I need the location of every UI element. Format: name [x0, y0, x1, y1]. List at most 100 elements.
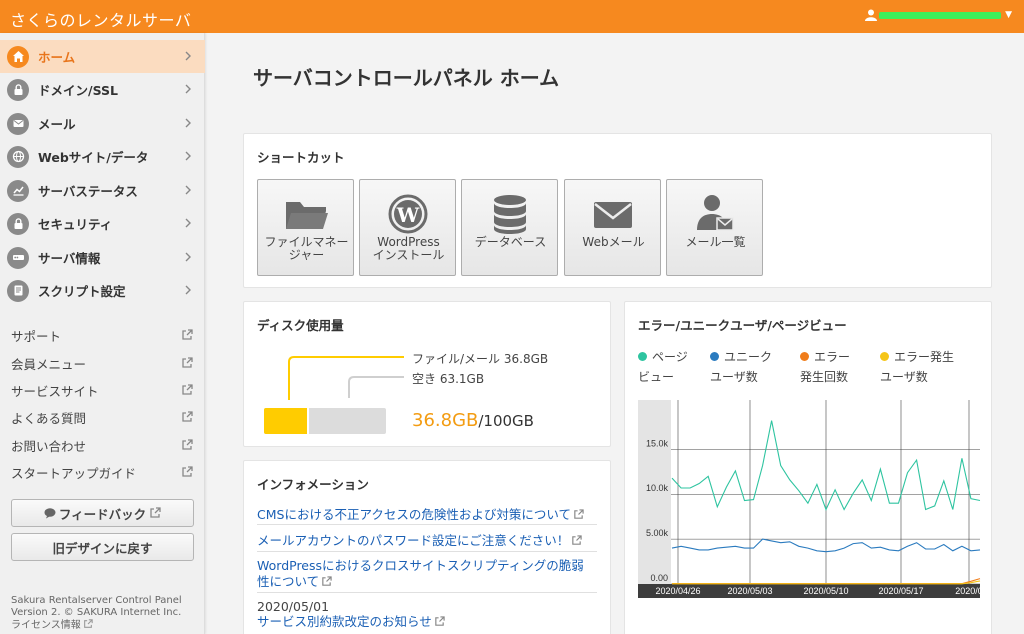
- shortcut-label: メール一覧: [685, 235, 746, 249]
- sidebar-item-2[interactable]: メール: [0, 107, 205, 140]
- sidebar-item-label: Webサイト/データ: [38, 150, 149, 165]
- shortcut-label: Webメール: [582, 235, 645, 249]
- external-link-icon: [83, 619, 93, 628]
- shortcut-wordpress-install[interactable]: W WordPress インストール: [359, 179, 456, 276]
- info-link-cms[interactable]: CMSにおける不正アクセスの危険性および対策について: [257, 507, 584, 523]
- sidebar-item-label: サーバ情報: [38, 251, 101, 266]
- chevron-right-icon: [185, 84, 191, 94]
- shortcut-mail-list[interactable]: メール一覧: [666, 179, 763, 276]
- sidebar-external-label: お問い合わせ: [11, 439, 87, 454]
- information-card: インフォメーション CMSにおける不正アクセスの危険性および対策について メール…: [243, 460, 611, 634]
- sidebar-item-6[interactable]: サーバ情報: [0, 241, 205, 274]
- legend-item-unique-users[interactable]: ユニーク ユーザ数: [710, 347, 800, 387]
- divider: [257, 551, 597, 552]
- brand-title[interactable]: さくらのレンタルサーバ: [10, 7, 191, 31]
- sidebar-item-label: ドメイン/SSL: [38, 83, 118, 98]
- shortcut-file-manager[interactable]: ファイルマネー ジャー: [257, 179, 354, 276]
- chart-legend: ページ ビュー ユニーク ユーザ数 エラー 発生回数 エラー発生 ユーザ数: [638, 347, 970, 387]
- feedback-button[interactable]: フィードバック: [11, 499, 194, 527]
- page-title: サーバコントロールパネル ホーム: [253, 66, 560, 90]
- svg-text:W: W: [396, 203, 420, 227]
- script-icon: [7, 279, 29, 302]
- shortcut-webmail[interactable]: Webメール: [564, 179, 661, 276]
- sidebar-item-label: メール: [38, 117, 76, 132]
- username-redacted: [879, 11, 1002, 19]
- lock-icon: [7, 78, 29, 101]
- sidebar-external-label: スタートアップガイド: [11, 466, 137, 481]
- chevron-down-icon: ▼: [1005, 10, 1012, 20]
- sidebar-external-link-4[interactable]: お問い合わせ: [0, 432, 205, 459]
- divider: [257, 592, 597, 593]
- external-link-icon: [150, 507, 161, 518]
- top-bar: さくらのレンタルサーバ ▼: [0, 0, 1024, 33]
- info-date: 2020/05/01: [257, 599, 330, 614]
- sidebar-external-link-5[interactable]: スタートアップガイド: [0, 459, 205, 486]
- sidebar-item-0[interactable]: ホーム: [0, 40, 205, 73]
- external-link-icon: [182, 411, 193, 422]
- divider: [257, 524, 597, 525]
- disk-file-mail-label: ファイル/メール 36.8GB: [412, 352, 549, 366]
- legend-item-error-users[interactable]: エラー発生 ユーザ数: [880, 347, 970, 387]
- old-design-button[interactable]: 旧デザインに戻す: [11, 533, 194, 561]
- chevron-right-icon: [185, 252, 191, 262]
- sidebar: ホーム ドメイン/SSL メール Webサイト/データ サーバステータス セキュリティ サー…: [0, 33, 205, 634]
- external-link-icon: [574, 509, 584, 519]
- sidebar-external-link-0[interactable]: サポート: [0, 322, 205, 349]
- chevron-right-icon: [185, 118, 191, 128]
- external-link-icon: [182, 329, 193, 340]
- sidebar-item-label: サーバステータス: [38, 184, 138, 199]
- home-icon: [7, 45, 29, 68]
- old-design-label: 旧デザインに戻す: [52, 540, 153, 556]
- chart-x-tick-label: 2020/04/26: [655, 586, 700, 596]
- chart-plot-area: [638, 400, 980, 584]
- mail-list-icon: [697, 195, 734, 231]
- sidebar-item-label: セキュリティ: [38, 217, 113, 232]
- sidebar-item-4[interactable]: サーバステータス: [0, 174, 205, 207]
- chart-x-tick-label: 2020/0: [955, 586, 983, 596]
- user-icon: [865, 9, 878, 21]
- disk-usage-bar: [264, 408, 386, 434]
- shortcut-card: ショートカット ファイルマネー ジャー W WordPress インストール データ…: [243, 133, 992, 288]
- chart-x-tick-label: 2020/05/03: [727, 586, 772, 596]
- sidebar-item-1[interactable]: ドメイン/SSL: [0, 73, 205, 106]
- sidebar-external-label: 会員メニュー: [11, 357, 87, 372]
- info-link-terms[interactable]: サービス別約款改定のお知らせ: [257, 614, 445, 630]
- traffic-chart-card: エラー/ユニークユーザ/ページビュー ページ ビュー ユニーク ユーザ数 エラー 発生…: [624, 301, 992, 634]
- legend-item-pageview[interactable]: ページ ビュー: [638, 347, 710, 387]
- legend-item-errors[interactable]: エラー 発生回数: [800, 347, 880, 387]
- chevron-right-icon: [185, 185, 191, 195]
- sidebar-item-label: スクリプト設定: [38, 284, 126, 299]
- chevron-right-icon: [185, 218, 191, 228]
- sidebar-item-7[interactable]: スクリプト設定: [0, 274, 205, 307]
- external-link-icon: [435, 616, 445, 626]
- sidebar-item-5[interactable]: セキュリティ: [0, 207, 205, 240]
- lock-icon: [7, 212, 29, 235]
- chart-y-tick-label: 15.0k: [646, 438, 669, 448]
- chart-y-tick-label: 10.0k: [646, 483, 669, 493]
- info-link-password[interactable]: メールアカウントのパスワード設定にご注意ください！: [257, 533, 582, 549]
- external-link-icon: [322, 576, 332, 586]
- disk-usage-card: ディスク使用量 ファイル/メール 36.8GB 空き 63.1GB 36.8GB…: [243, 301, 611, 447]
- sidebar-external-link-2[interactable]: サービスサイト: [0, 377, 205, 404]
- chart-y-tick-label: 0.00: [650, 573, 668, 583]
- user-menu[interactable]: ▼: [865, 9, 1012, 21]
- shortcut-title: ショートカット: [257, 150, 345, 165]
- external-link-icon: [182, 357, 193, 368]
- shortcut-database[interactable]: データベース: [461, 179, 558, 276]
- sidebar-item-3[interactable]: Webサイト/データ: [0, 140, 205, 173]
- chart-icon: [7, 179, 29, 202]
- disk-usage-amount: 36.8GB/100GB: [412, 410, 534, 431]
- chart-title: エラー/ユニークユーザ/ページビュー: [638, 318, 847, 333]
- footer-copyright: Sakura Rentalserver Control Panel Version…: [11, 595, 182, 618]
- chevron-right-icon: [185, 51, 191, 61]
- traffic-line-chart: 15.0k 10.0k 5.00k 0.00 2020/04/26 2020/05/03 2…: [638, 400, 983, 598]
- globe-icon: [7, 145, 29, 168]
- external-link-icon: [572, 535, 582, 545]
- license-link[interactable]: ライセンス情報: [11, 619, 93, 632]
- sidebar-external-link-3[interactable]: よくある質問: [0, 404, 205, 431]
- sidebar-item-label: ホーム: [38, 50, 76, 65]
- info-link-wordpress-xss[interactable]: WordPressにおけるクロスサイトスクリプティングの脆弱 性について: [257, 558, 584, 590]
- sidebar-external-link-1[interactable]: 会員メニュー: [0, 350, 205, 377]
- sidebar-external-label: サポート: [11, 329, 62, 344]
- mail-icon: [7, 112, 29, 135]
